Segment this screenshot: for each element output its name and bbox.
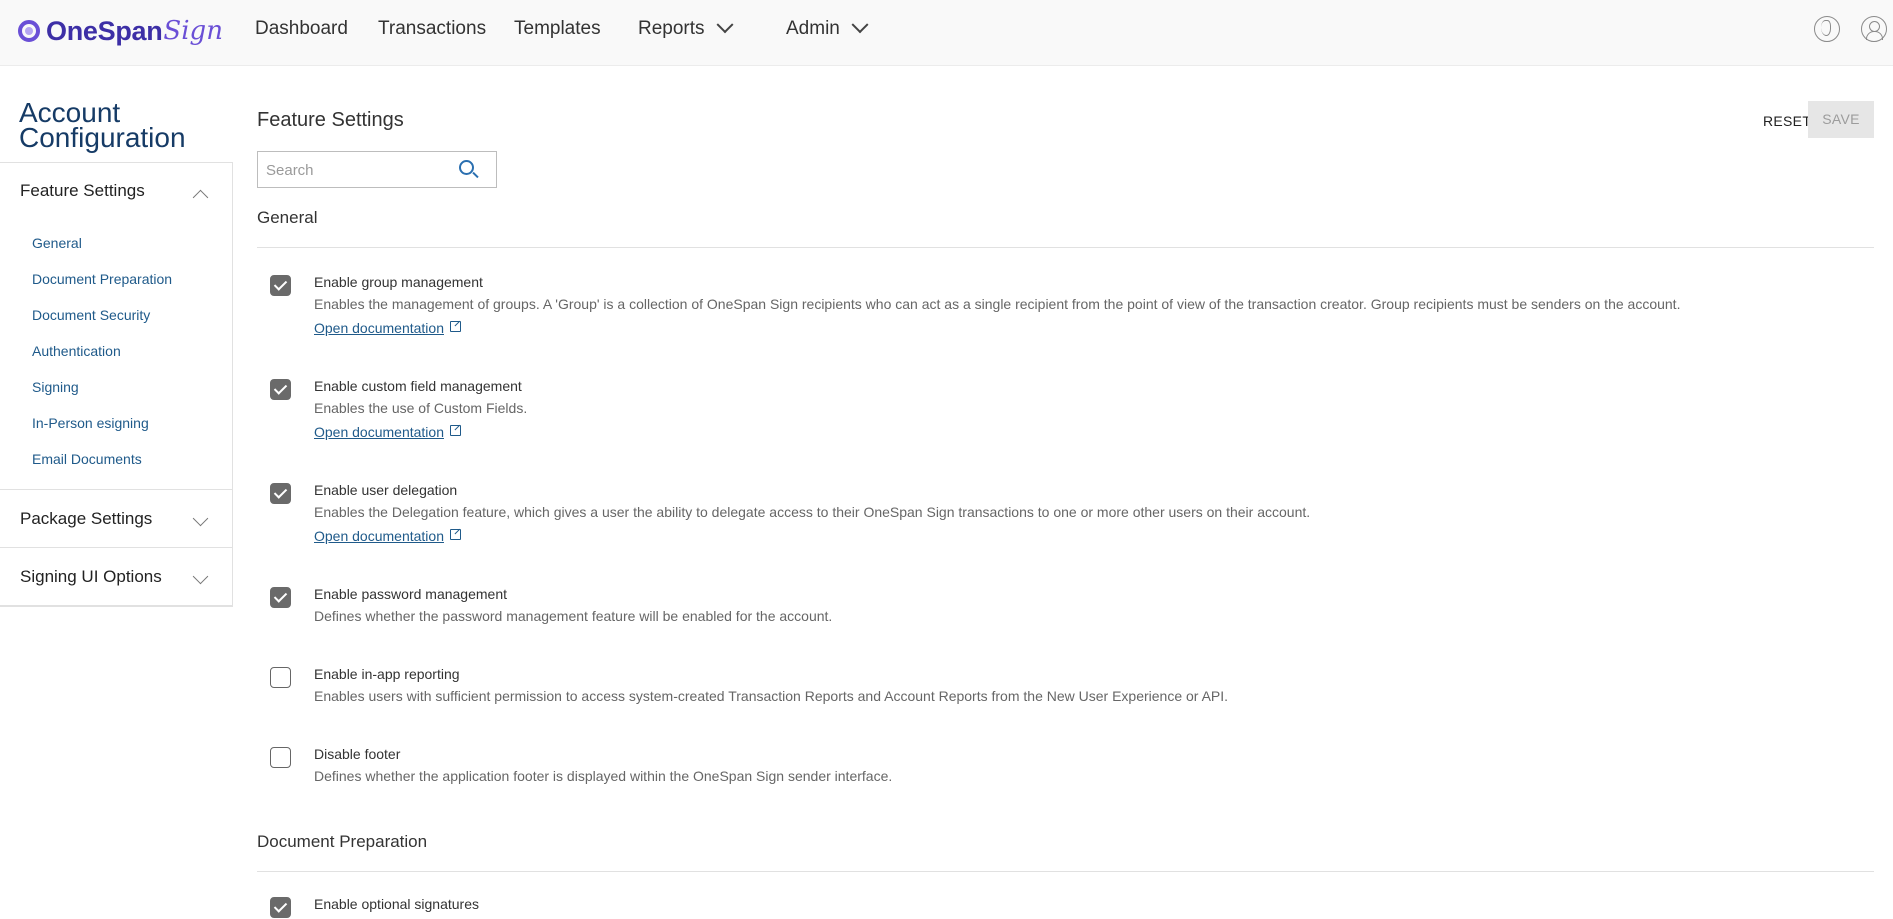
top-nav-bar: OneSpan Sign Dashboard Transactions Temp… (0, 0, 1893, 66)
setting-description: Enables the use of Custom Fields. (314, 400, 528, 416)
chevron-down-icon (851, 16, 869, 34)
sidebar-item-email-documents[interactable]: Email Documents (0, 441, 232, 477)
nav-templates-label: Templates (514, 18, 601, 39)
onespan-sign-logo[interactable]: OneSpan Sign (18, 16, 223, 46)
setting-description: Enables users with sufficient permission… (314, 688, 1229, 704)
sidebar-item-general[interactable]: General (0, 225, 232, 261)
sidebar-section-feature-settings[interactable]: Feature Settings (0, 163, 232, 219)
nav-reports[interactable]: Reports (638, 16, 734, 40)
nav-dashboard-label: Dashboard (255, 18, 348, 39)
nav-templates[interactable]: Templates (514, 18, 601, 40)
chevron-down-icon (192, 568, 209, 585)
logo-name: OneSpan (46, 15, 163, 46)
external-link-icon (450, 425, 461, 436)
sidebar-item-document-security[interactable]: Document Security (0, 297, 232, 333)
nav-transactions-label: Transactions (378, 18, 487, 39)
sidebar-section-label: Signing UI Options (20, 566, 162, 586)
nav-admin-label: Admin (786, 18, 840, 39)
page-title: Feature Settings (257, 109, 404, 131)
sidebar-item-signing[interactable]: Signing (0, 369, 232, 405)
sidebar-section-package-settings[interactable]: Package Settings (0, 490, 232, 548)
setting-title: Enable password management (314, 586, 508, 602)
chevron-down-icon (716, 16, 734, 34)
checkbox-checked[interactable] (270, 897, 291, 918)
checkbox-checked[interactable] (270, 587, 291, 608)
setting-description: Enables the Delegation feature, which gi… (314, 504, 1311, 520)
sidebar-panel: Feature Settings General Document Prepar… (0, 162, 233, 607)
link-label: Open documentation (314, 424, 444, 440)
sidebar-item-in-person-esigning[interactable]: In-Person esigning (0, 405, 232, 441)
nav-reports-label: Reports (638, 18, 705, 39)
setting-description: Defines whether the password management … (314, 608, 833, 624)
external-link-icon (450, 321, 461, 332)
feature-settings-submenu: General Document Preparation Document Se… (0, 219, 232, 490)
link-label: Open documentation (314, 320, 444, 336)
setting-description: Defines whether the application footer i… (314, 768, 893, 784)
logo-script: Sign (163, 16, 223, 46)
setting-title: Disable footer (314, 746, 401, 762)
sidebar-item-authentication[interactable]: Authentication (0, 333, 232, 369)
divider (257, 871, 1874, 872)
search-icon[interactable] (459, 160, 474, 175)
sidebar-item-document-preparation[interactable]: Document Preparation (0, 261, 232, 297)
checkbox-checked[interactable] (270, 483, 291, 504)
link-label: Open documentation (314, 528, 444, 544)
setting-title: Enable optional signatures (314, 896, 480, 912)
setting-description: Enables the management of groups. A 'Gro… (314, 296, 1681, 312)
open-documentation-link[interactable]: Open documentation (314, 320, 461, 336)
divider (257, 247, 1874, 248)
save-button[interactable]: SAVE (1808, 101, 1874, 138)
sidebar-section-label: Feature Settings (20, 181, 145, 200)
group-heading-document-preparation: Document Preparation (257, 832, 428, 851)
chevron-down-icon (192, 510, 209, 527)
nav-admin[interactable]: Admin (786, 16, 869, 40)
chevron-up-icon (192, 189, 209, 206)
setting-title: Enable user delegation (314, 482, 458, 498)
checkbox-checked[interactable] (270, 379, 291, 400)
search-input[interactable] (266, 158, 456, 182)
sidebar-section-signing-ui-options[interactable]: Signing UI Options (0, 548, 232, 606)
sidebar-title: Account Configuration (19, 97, 186, 153)
setting-title: Enable group management (314, 274, 483, 290)
user-account-icon[interactable] (1861, 16, 1887, 42)
group-heading-general: General (257, 208, 318, 227)
nav-dashboard[interactable]: Dashboard (255, 18, 348, 40)
search-box (257, 151, 497, 188)
setting-title: Enable custom field management (314, 378, 522, 394)
open-documentation-link[interactable]: Open documentation (314, 424, 461, 440)
globe-icon[interactable] (1814, 16, 1840, 42)
external-link-icon (450, 529, 461, 540)
nav-transactions[interactable]: Transactions (378, 18, 486, 40)
checkbox-unchecked[interactable] (270, 667, 291, 688)
onespan-logo-icon (18, 20, 40, 42)
setting-title: Enable in-app reporting (314, 666, 460, 682)
checkbox-unchecked[interactable] (270, 747, 291, 768)
open-documentation-link[interactable]: Open documentation (314, 528, 461, 544)
sidebar-section-label: Package Settings (20, 508, 153, 528)
checkbox-checked[interactable] (270, 275, 291, 296)
